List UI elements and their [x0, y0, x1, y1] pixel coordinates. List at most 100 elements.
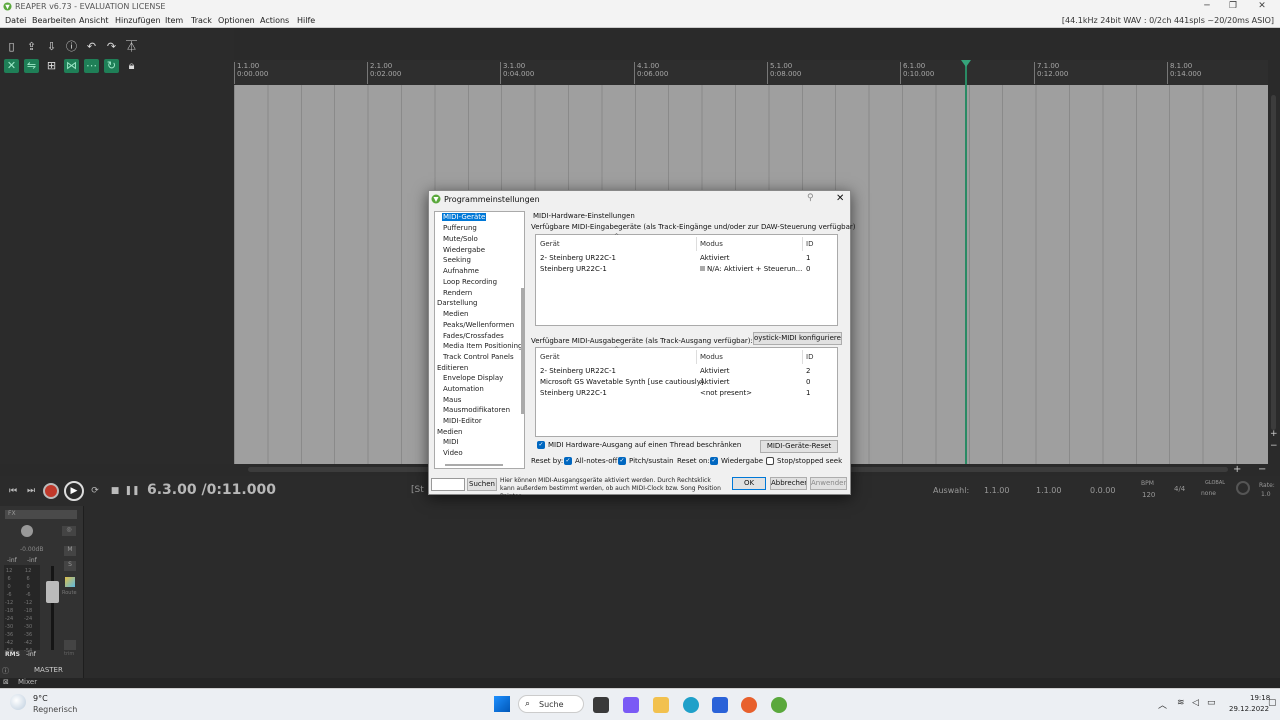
taskbar-search[interactable]: ⌕ Suche [518, 695, 584, 713]
notification-icon[interactable]: ▢ [1268, 698, 1277, 708]
col-header-id[interactable]: ID [806, 240, 813, 248]
nav-envelope-display[interactable]: Envelope Display [443, 374, 503, 382]
item-grouping-icon[interactable]: ⊞ [44, 59, 59, 73]
input-row-1-mode[interactable]: Aktiviert [700, 254, 730, 262]
nav-mute-solo[interactable]: Mute/Solo [443, 235, 478, 243]
search-field[interactable] [431, 478, 465, 491]
ok-button[interactable]: OK [732, 477, 766, 490]
col-header-mode[interactable]: Modus [700, 240, 723, 248]
nav-scrollbar[interactable] [521, 288, 524, 414]
nav-peaks[interactable]: Peaks/Wellenformen [443, 321, 514, 329]
nav-media-item-positioning[interactable]: Media Item Positioning [443, 342, 523, 350]
timeline-ruler[interactable]: 1.1.00 0:00.000 2.1.00 0:02.000 3.1.00 0:04… [234, 60, 1268, 85]
fx-slot[interactable]: FX [5, 510, 77, 519]
midi-output-list[interactable]: ^ Gerät Modus ID 2- Steinberg UR22C-1 Ak… [535, 346, 838, 437]
nav-editieren[interactable]: Editieren [437, 364, 468, 372]
phase-icon[interactable]: ◎ [62, 526, 76, 536]
minimize-icon[interactable]: ─ [1197, 1, 1217, 13]
project-settings-icon[interactable]: ⓘ [64, 40, 79, 54]
output-row-2-id[interactable]: 0 [806, 378, 810, 386]
mixer-tab[interactable]: ⊠ Mixer [0, 678, 1280, 688]
chevron-up-icon[interactable]: ︿ [1158, 698, 1167, 711]
menu-actions[interactable]: Actions [260, 16, 289, 25]
new-project-icon[interactable]: ▯ [4, 40, 19, 54]
reaper-taskbar-icon[interactable] [771, 697, 787, 713]
nav-hscrollbar[interactable] [445, 464, 503, 466]
all-notes-off-checkbox[interactable]: ✓ [564, 457, 572, 465]
nav-mausmodifikatoren[interactable]: Mausmodifikatoren [443, 406, 510, 414]
apply-button[interactable]: Anwenden [810, 477, 847, 490]
nav-midi[interactable]: MIDI [443, 438, 459, 446]
grid-snap-icon[interactable]: ✕ [4, 59, 19, 73]
stop-seek-checkbox[interactable] [766, 457, 774, 465]
start-icon[interactable] [494, 696, 510, 712]
nav-rendern[interactable]: Rendern [443, 289, 472, 297]
maximize-icon[interactable]: ❐ [1223, 1, 1243, 13]
output-row-1-device[interactable]: 2- Steinberg UR22C-1 [540, 367, 616, 375]
stop-button[interactable]: ■ [107, 483, 123, 499]
cursor-marker-icon[interactable] [961, 60, 971, 67]
preferences-nav[interactable]: MIDI-Geräte Pufferung Mute/Solo Wiederga… [434, 211, 525, 469]
envelope-icon[interactable] [64, 640, 76, 650]
pin-icon[interactable]: ⚲ [807, 193, 814, 203]
vertical-scroll-thumb[interactable] [1271, 95, 1276, 430]
mixer-panel[interactable] [0, 506, 1280, 678]
midi-reset-button[interactable]: MIDI-Geräte-Reset [760, 440, 838, 453]
col-header-device[interactable]: Gerät [540, 240, 560, 248]
nav-video[interactable]: Video [443, 449, 463, 457]
thread-checkbox[interactable]: ✓ [537, 441, 545, 449]
selection-length[interactable]: 0.0.00 [1090, 486, 1115, 495]
col-header-device[interactable]: Gerät [540, 353, 560, 361]
menu-item[interactable]: Item [165, 16, 183, 25]
zoom-in-icon[interactable]: + [1270, 429, 1278, 439]
open-project-icon[interactable]: ⇪ [24, 40, 39, 54]
output-row-3-device[interactable]: Steinberg UR22C-1 [540, 389, 607, 397]
menu-hinzufuegen[interactable]: Hinzufügen [115, 16, 161, 25]
position-display[interactable]: 6.3.00 /0:11.000 [147, 482, 276, 498]
h-zoom-in-icon[interactable]: + [1233, 464, 1241, 475]
route-icon[interactable] [65, 577, 75, 587]
rate-value[interactable]: 1.0 [1261, 491, 1271, 498]
weather-desc[interactable]: Regnerisch [33, 705, 77, 714]
nav-loop-recording[interactable]: Loop Recording [443, 278, 497, 286]
time-signature[interactable]: 4/4 [1174, 485, 1185, 493]
clock-date[interactable]: 29.12.2022 [1229, 705, 1269, 713]
nav-darstellung[interactable]: Darstellung [437, 299, 477, 307]
menu-optionen[interactable]: Optionen [218, 16, 255, 25]
nav-medien-display[interactable]: Medien [443, 310, 468, 318]
bpm-value[interactable]: 120 [1142, 491, 1155, 499]
vertical-scrollbar[interactable]: + − [1268, 85, 1280, 465]
col-header-mode[interactable]: Modus [700, 353, 723, 361]
metronome-icon[interactable]: ⏄ [124, 40, 139, 54]
ripple-edit-icon[interactable]: ⇋ [24, 59, 39, 73]
output-row-2-device[interactable]: Microsoft GS Wavetable Synth [use cautio… [540, 378, 704, 386]
menu-bearbeiten[interactable]: Bearbeiten [32, 16, 76, 25]
chat-icon[interactable] [623, 697, 639, 713]
play-button[interactable]: ▶ [64, 481, 84, 501]
save-project-icon[interactable]: ⇩ [44, 40, 59, 54]
menu-track[interactable]: Track [191, 16, 212, 25]
pitch-sustain-checkbox[interactable]: ✓ [618, 457, 626, 465]
rate-knob[interactable] [1236, 481, 1250, 495]
input-row-1-device[interactable]: 2- Steinberg UR22C-1 [540, 254, 616, 262]
store-icon[interactable] [712, 697, 728, 713]
nav-pufferung[interactable]: Pufferung [443, 224, 477, 232]
file-explorer-icon[interactable] [653, 697, 669, 713]
nav-track-control-panels[interactable]: Track Control Panels [443, 353, 514, 361]
nav-fades[interactable]: Fades/Crossfades [443, 332, 504, 340]
dock-icon[interactable]: ⊠ [3, 678, 9, 686]
input-row-1-id[interactable]: 1 [806, 254, 810, 262]
weather-temp[interactable]: 9°C [33, 694, 48, 703]
nav-seeking[interactable]: Seeking [443, 256, 471, 264]
input-row-2-id[interactable]: 0 [806, 265, 810, 273]
go-to-end-icon[interactable]: ⏭ [23, 483, 39, 499]
nav-medien[interactable]: Medien [437, 428, 462, 436]
col-header-id[interactable]: ID [806, 353, 813, 361]
pause-button[interactable]: ❚❚ [124, 483, 140, 499]
selection-start[interactable]: 1.1.00 [984, 486, 1009, 495]
volume-readout[interactable]: -0.00dB [20, 546, 43, 553]
output-row-1-id[interactable]: 2 [806, 367, 810, 375]
wiedergabe-checkbox[interactable]: ✓ [710, 457, 718, 465]
midi-input-list[interactable]: ^ Gerät Modus ID 2- Steinberg UR22C-1 Ak… [535, 233, 838, 326]
menu-datei[interactable]: Datei [5, 16, 26, 25]
